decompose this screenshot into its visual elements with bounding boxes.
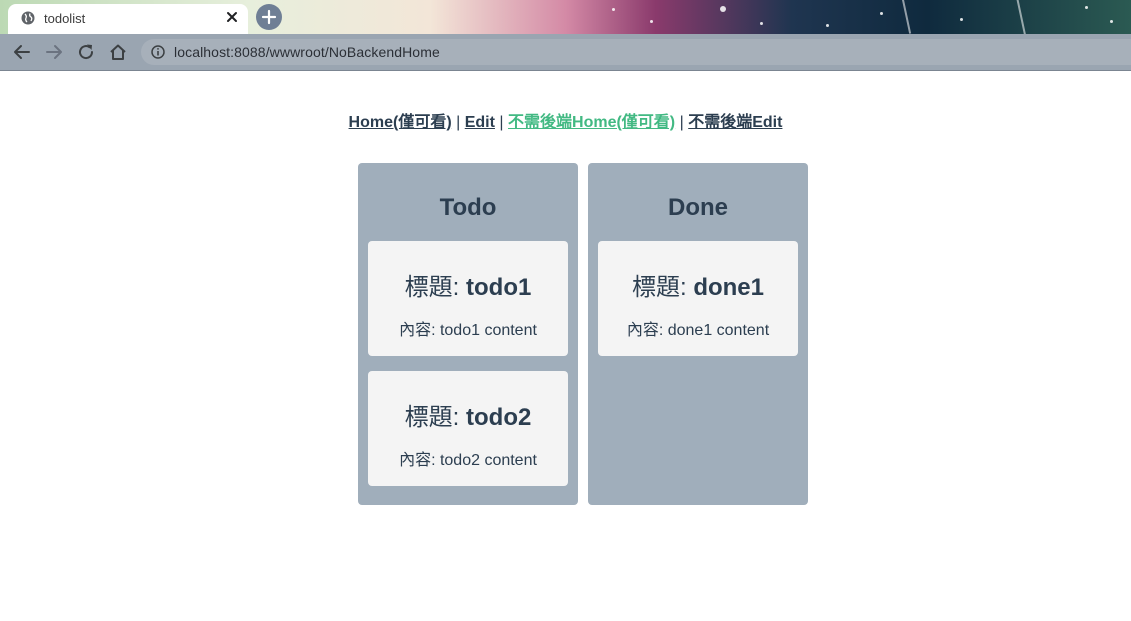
background-sparkle bbox=[650, 20, 653, 23]
done-column: Done 標題: done1 內容: done1 content bbox=[588, 163, 808, 505]
globe-icon bbox=[21, 11, 35, 25]
browser-tabstrip: todolist bbox=[0, 0, 1131, 34]
done-card[interactable]: 標題: done1 內容: done1 content bbox=[598, 241, 798, 356]
home-icon[interactable] bbox=[108, 42, 128, 62]
background-sparkle bbox=[612, 8, 615, 11]
card-title-value: todo2 bbox=[466, 404, 532, 431]
todo-column: Todo 標題: todo1 內容: todo1 content 標題: tod… bbox=[358, 163, 578, 505]
nav-separator: | bbox=[679, 114, 684, 131]
page-content: Home(僅可看) | Edit | 不需後端Home(僅可看) | 不需後端E… bbox=[0, 71, 1131, 621]
info-icon[interactable] bbox=[151, 45, 165, 59]
reload-icon[interactable] bbox=[76, 42, 96, 62]
card-content: 內容: todo2 content bbox=[399, 452, 537, 469]
new-tab-button[interactable] bbox=[256, 4, 282, 30]
nav-link-nobackend-home[interactable]: 不需後端Home(僅可看) bbox=[508, 114, 675, 131]
card-title-prefix: 標題: bbox=[404, 274, 460, 301]
tab-title: todolist bbox=[44, 11, 86, 26]
card-title: 標題: todo1 bbox=[368, 267, 568, 302]
card-title-value: todo1 bbox=[466, 274, 532, 301]
background-sparkle bbox=[826, 24, 829, 27]
browser-toolbar: localhost:8088/wwwroot/NoBackendHome bbox=[0, 34, 1131, 71]
background-sparkle bbox=[960, 18, 963, 21]
todo-card[interactable]: 標題: todo1 內容: todo1 content bbox=[368, 241, 568, 356]
close-icon[interactable] bbox=[224, 9, 240, 25]
nav-separator: | bbox=[456, 114, 461, 131]
background-sparkle bbox=[720, 6, 726, 12]
url-text[interactable]: localhost:8088/wwwroot/NoBackendHome bbox=[174, 44, 440, 60]
column-heading-done: Done bbox=[668, 194, 728, 221]
background-streak bbox=[900, 0, 912, 34]
column-heading-todo: Todo bbox=[439, 194, 497, 221]
nav-link-nobackend-edit[interactable]: 不需後端Edit bbox=[688, 114, 782, 131]
forward-arrow-icon[interactable] bbox=[44, 42, 64, 62]
nav-link-edit[interactable]: Edit bbox=[465, 114, 495, 131]
todo-card[interactable]: 標題: todo2 內容: todo2 content bbox=[368, 371, 568, 486]
card-title-prefix: 標題: bbox=[631, 274, 687, 301]
background-sparkle bbox=[1085, 6, 1088, 9]
background-sparkle bbox=[1110, 20, 1113, 23]
back-arrow-icon[interactable] bbox=[12, 42, 32, 62]
route-nav: Home(僅可看) | Edit | 不需後端Home(僅可看) | 不需後端E… bbox=[0, 108, 1131, 132]
background-streak bbox=[1015, 0, 1027, 34]
card-title: 標題: done1 bbox=[598, 267, 798, 302]
card-title-value: done1 bbox=[693, 274, 765, 301]
card-content: 內容: done1 content bbox=[626, 322, 770, 339]
background-sparkle bbox=[880, 12, 883, 15]
card-title-prefix: 標題: bbox=[404, 404, 460, 431]
nav-separator: | bbox=[499, 114, 504, 131]
address-bar[interactable]: localhost:8088/wwwroot/NoBackendHome bbox=[141, 39, 1131, 65]
nav-link-home[interactable]: Home(僅可看) bbox=[349, 114, 452, 131]
background-sparkle bbox=[760, 22, 763, 25]
browser-tab-active[interactable]: todolist bbox=[8, 4, 248, 34]
plus-icon bbox=[261, 9, 277, 25]
card-title: 標題: todo2 bbox=[368, 397, 568, 432]
card-content: 內容: todo1 content bbox=[399, 322, 537, 339]
